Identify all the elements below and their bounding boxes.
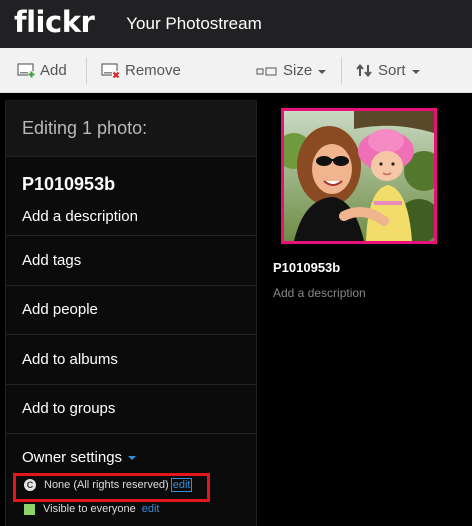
photo-caption-title: P1010953b: [273, 260, 341, 275]
toolbar-divider: [341, 57, 342, 84]
top-bar: flickr Your Photostream: [0, 0, 472, 48]
owner-settings-label: Owner settings: [22, 448, 123, 466]
add-button-label: Add: [40, 62, 67, 79]
toolbar-divider: [86, 57, 87, 84]
edit-panel: Editing 1 photo: P1010953b Add a descrip…: [5, 100, 257, 526]
remove-button-label: Remove: [125, 62, 181, 79]
photo-details: P1010953b Add a description: [6, 157, 256, 236]
remove-photo-icon: [101, 63, 120, 78]
photo-image: [284, 111, 434, 241]
flickr-logo[interactable]: flickr: [14, 5, 95, 39]
visibility-text: Visible to everyone: [43, 503, 136, 515]
add-description-field[interactable]: Add a description: [22, 208, 256, 225]
remove-button[interactable]: Remove: [101, 48, 181, 93]
add-people-item[interactable]: Add people: [6, 286, 256, 335]
add-to-groups-item[interactable]: Add to groups: [6, 385, 256, 434]
toolbar: Add Remove Size Sort: [0, 48, 472, 93]
size-dropdown-label: Size: [283, 62, 313, 79]
add-tags-item[interactable]: Add tags: [6, 236, 256, 286]
sort-dropdown-label: Sort: [378, 62, 406, 79]
visibility-setting: Visible to everyone edit: [24, 503, 160, 515]
page-title: Your Photostream: [126, 14, 262, 33]
selected-photo-thumbnail[interactable]: [281, 108, 437, 244]
visibility-edit-link[interactable]: edit: [142, 503, 160, 515]
add-button[interactable]: Add: [17, 48, 67, 93]
add-to-albums-item[interactable]: Add to albums: [6, 335, 256, 385]
sort-dropdown[interactable]: Sort: [356, 48, 420, 93]
photo-title-field[interactable]: P1010953b: [22, 174, 256, 195]
add-photo-icon: [17, 63, 35, 78]
chevron-down-icon: [318, 69, 327, 74]
panel-heading: Editing 1 photo:: [6, 101, 256, 157]
size-icon: [256, 66, 277, 76]
annotation-highlight-box: [13, 473, 210, 502]
chevron-down-icon: [128, 456, 137, 460]
chevron-down-icon: [411, 69, 420, 74]
size-dropdown[interactable]: Size: [256, 48, 327, 93]
visibility-status-icon: [24, 503, 35, 515]
sort-arrows-icon: [356, 64, 372, 77]
photo-caption-description[interactable]: Add a description: [273, 286, 366, 300]
